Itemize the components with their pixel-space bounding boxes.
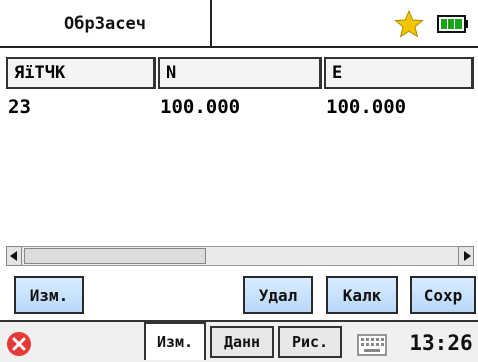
column-header-e[interactable]: E <box>324 57 474 89</box>
app-title: ОбрЗасеч <box>0 0 212 48</box>
save-button[interactable]: Сохр <box>410 276 476 314</box>
cell-e: 100.000 <box>326 96 407 118</box>
scroll-thumb[interactable] <box>24 248 206 264</box>
tab-draw[interactable]: Рис. <box>278 326 342 358</box>
table-header: ЯїТЧК N E <box>0 57 478 89</box>
cell-n: 100.000 <box>160 96 241 118</box>
keyboard-icon[interactable] <box>357 334 387 356</box>
calc-button[interactable]: Калк <box>326 276 398 314</box>
tab-edit[interactable]: Изм. <box>144 322 206 360</box>
arrow-left-icon <box>10 251 17 261</box>
battery-icon <box>437 15 469 33</box>
arrow-right-icon <box>464 251 471 261</box>
column-header-n[interactable]: N <box>158 57 322 89</box>
close-icon[interactable] <box>6 331 32 357</box>
column-header-point[interactable]: ЯїТЧК <box>6 57 156 89</box>
scroll-left-button[interactable] <box>6 246 22 266</box>
tab-data[interactable]: Данн <box>210 326 274 358</box>
table-row[interactable]: 23 100.000 100.000 <box>0 92 478 122</box>
scroll-right-button[interactable] <box>458 246 474 266</box>
edit-button[interactable]: Изм. <box>14 276 84 314</box>
star-icon[interactable] <box>394 9 424 39</box>
clock: 13:26 <box>409 331 473 355</box>
cell-point: 23 <box>8 96 31 118</box>
delete-button[interactable]: Удал <box>243 276 313 314</box>
